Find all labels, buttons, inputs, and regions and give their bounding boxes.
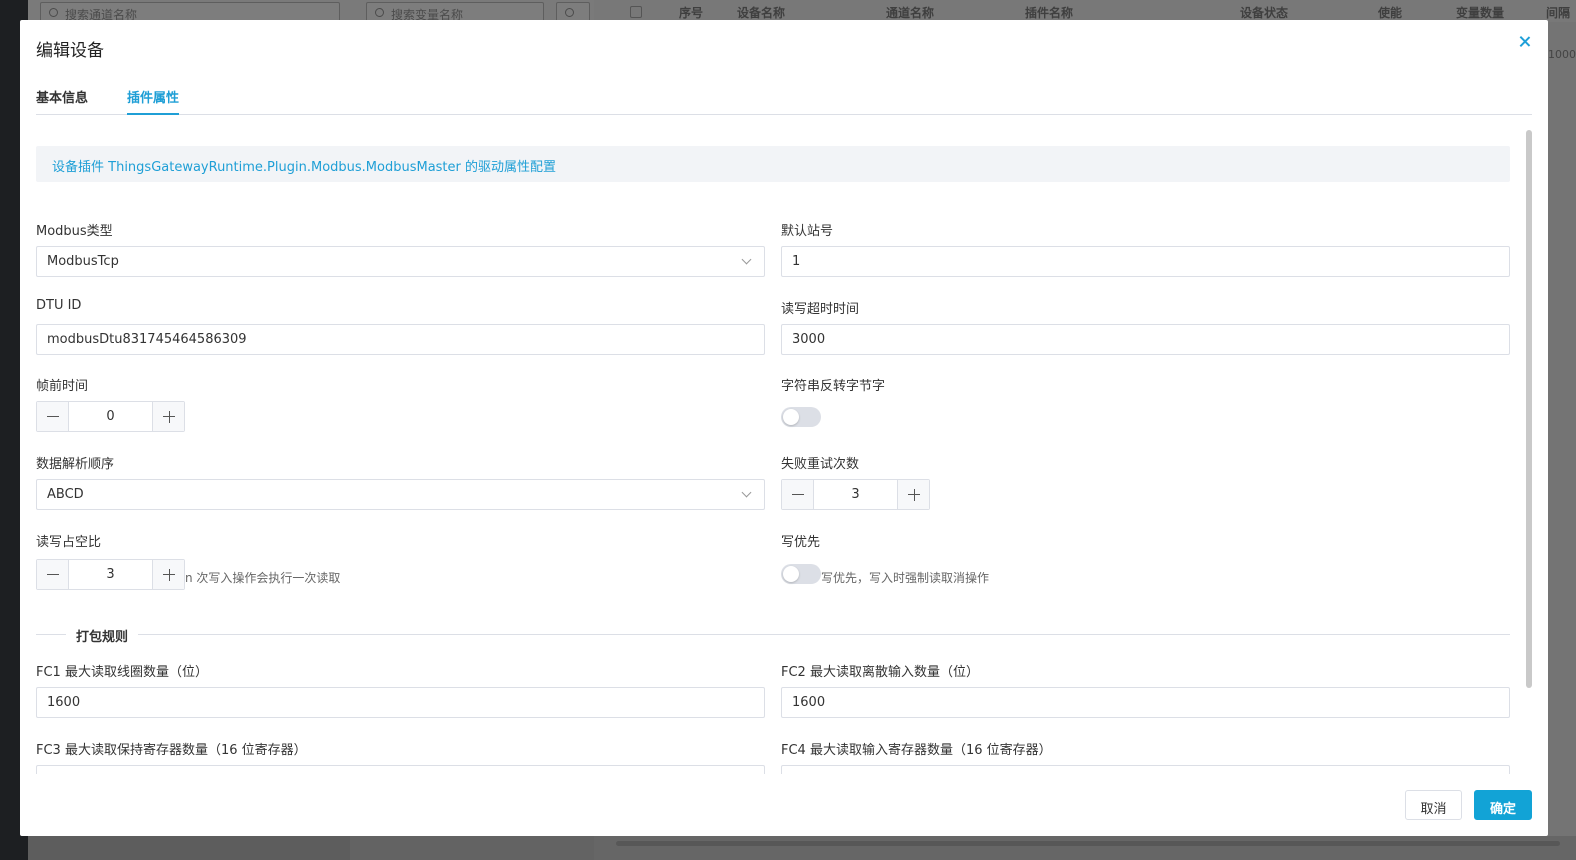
background-cell-value: 1000 (1548, 48, 1576, 61)
write-priority-toggle[interactable] (781, 564, 821, 584)
rw-ratio-help: n 次写入操作会执行一次读取 (185, 571, 341, 585)
driver-config-alert: 设备插件 ThingsGatewayRuntime.Plugin.Modbus.… (36, 146, 1510, 182)
frame-before-time-value[interactable]: 0 (69, 409, 152, 424)
dialog-title: 编辑设备 (36, 41, 104, 61)
modbus-type-select[interactable]: ModbusTcp (36, 246, 765, 277)
string-reverse-toggle[interactable] (781, 407, 821, 427)
tab-plugin-properties[interactable]: 插件属性 (127, 87, 180, 115)
background-column-header: 设备名称 (737, 6, 786, 20)
background-column-header: 通道名称 (886, 6, 935, 20)
background-right-strip (1548, 22, 1576, 860)
rw-timeout-label: 读写超时时间 (781, 302, 860, 317)
data-order-select[interactable]: ABCD (36, 479, 765, 510)
default-station-label: 默认站号 (781, 224, 834, 239)
search-icon (565, 8, 574, 17)
fc1-label: FC1 最大读取线圈数量（位） (36, 665, 208, 680)
increment-button[interactable] (897, 480, 929, 509)
decrement-button[interactable] (782, 480, 814, 509)
fc2-label: FC2 最大读取离散输入数量（位） (781, 665, 979, 680)
rw-timeout-input[interactable]: 3000 (781, 324, 1510, 355)
fc4-input[interactable]: 100 (781, 765, 1510, 774)
cancel-button[interactable]: 取消 (1405, 790, 1462, 820)
increment-button[interactable] (152, 560, 184, 589)
background-column-header: 间隔 (1546, 6, 1571, 20)
background-column-header: 序号 (679, 6, 704, 20)
fc3-label: FC3 最大读取保持寄存器数量（16 位寄存器） (36, 743, 307, 758)
chevron-down-icon (741, 487, 752, 498)
background-column-header: 插件名称 (1025, 6, 1074, 20)
retry-count-label: 失败重试次数 (781, 457, 860, 472)
section-title: 打包规则 (66, 626, 139, 645)
edit-device-dialog: 编辑设备 基本信息 插件属性 设备插件 ThingsGatewayRuntime… (20, 20, 1548, 836)
search-icon (375, 8, 384, 17)
data-order-label: 数据解析顺序 (36, 457, 115, 472)
increment-button[interactable] (152, 402, 184, 431)
fc2-input[interactable]: 1600 (781, 687, 1510, 718)
close-icon[interactable] (1517, 34, 1533, 50)
tab-bar: 基本信息 插件属性 (36, 87, 1532, 115)
write-priority-label: 写优先 (781, 535, 821, 550)
background-column-header: 变量数量 (1456, 6, 1505, 20)
background-select-all-checkbox (630, 6, 642, 18)
background-footer-mid (350, 836, 594, 860)
frame-before-time-label: 帧前时间 (36, 379, 89, 394)
background-footer-left (28, 836, 350, 860)
decrement-button[interactable] (37, 560, 69, 589)
fc3-input[interactable]: 100 (36, 765, 765, 774)
background-column-header: 使能 (1378, 6, 1403, 20)
vertical-scrollbar[interactable] (1526, 130, 1532, 688)
rw-ratio-stepper: 3 (36, 559, 185, 590)
fc4-label: FC4 最大读取输入寄存器数量（16 位寄存器） (781, 743, 1052, 758)
tab-basic-info[interactable]: 基本信息 (36, 87, 88, 115)
decrement-button[interactable] (37, 402, 69, 431)
background-horizontal-scrollbar (616, 841, 1560, 846)
confirm-button[interactable]: 确定 (1474, 790, 1532, 820)
modbus-type-label: Modbus类型 (36, 224, 113, 239)
retry-count-value[interactable]: 3 (814, 487, 897, 502)
frame-before-time-stepper: 0 (36, 401, 185, 432)
retry-count-stepper: 3 (781, 479, 930, 510)
rw-ratio-label: 读写占空比 (36, 535, 102, 550)
section-divider (36, 634, 1510, 635)
search-icon (49, 8, 58, 17)
dtu-id-input[interactable]: modbusDtu831745464586309 (36, 324, 765, 355)
dtu-id-label: DTU ID (36, 298, 82, 313)
fc1-input[interactable]: 1600 (36, 687, 765, 718)
plugin-properties-form: 设备插件 ThingsGatewayRuntime.Plugin.Modbus.… (36, 128, 1510, 774)
string-reverse-label: 字符串反转字节字 (781, 379, 886, 394)
write-priority-help: 写优先，写入时强制读取消操作 (821, 571, 990, 585)
modbus-type-value: ModbusTcp (47, 254, 119, 269)
default-station-input[interactable]: 1 (781, 246, 1510, 277)
chevron-down-icon (741, 254, 752, 265)
rw-ratio-value[interactable]: 3 (69, 567, 152, 582)
data-order-value: ABCD (47, 487, 84, 502)
background-column-header: 设备状态 (1240, 6, 1289, 20)
